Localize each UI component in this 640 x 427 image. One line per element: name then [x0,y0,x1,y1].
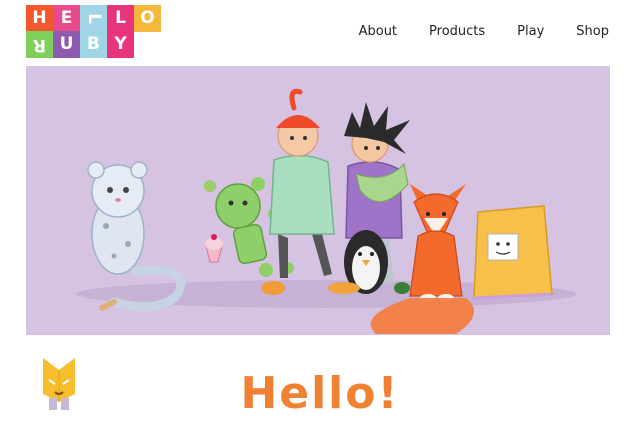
logo-tile: B [80,31,107,58]
hello-ruby-logo[interactable]: H E L L O R U B Y [26,5,161,58]
nav-link-play[interactable]: Play [517,24,544,39]
logo-tile: O [134,5,161,32]
characters-illustration [76,88,576,334]
logo-tile: L [80,5,107,32]
hello-headline: Hello! [240,368,400,419]
logo-tile: H [26,5,53,32]
nav-link-shop[interactable]: Shop [576,24,609,39]
hero-illustration [26,66,610,335]
yellow-box-robot-figure [473,205,553,300]
logo-tile: U [53,31,80,58]
main-nav: About Products Play Shop [327,24,609,39]
nav-link-about[interactable]: About [359,24,397,39]
nav-link-products[interactable]: Products [429,24,485,39]
logo-tile: E [53,5,80,32]
logo-tile: R [26,31,53,58]
logo-tile: L [107,5,134,32]
red-hat-boy-figure [261,88,335,295]
penguin-figure [328,230,410,294]
logo-tile: Y [107,31,134,58]
